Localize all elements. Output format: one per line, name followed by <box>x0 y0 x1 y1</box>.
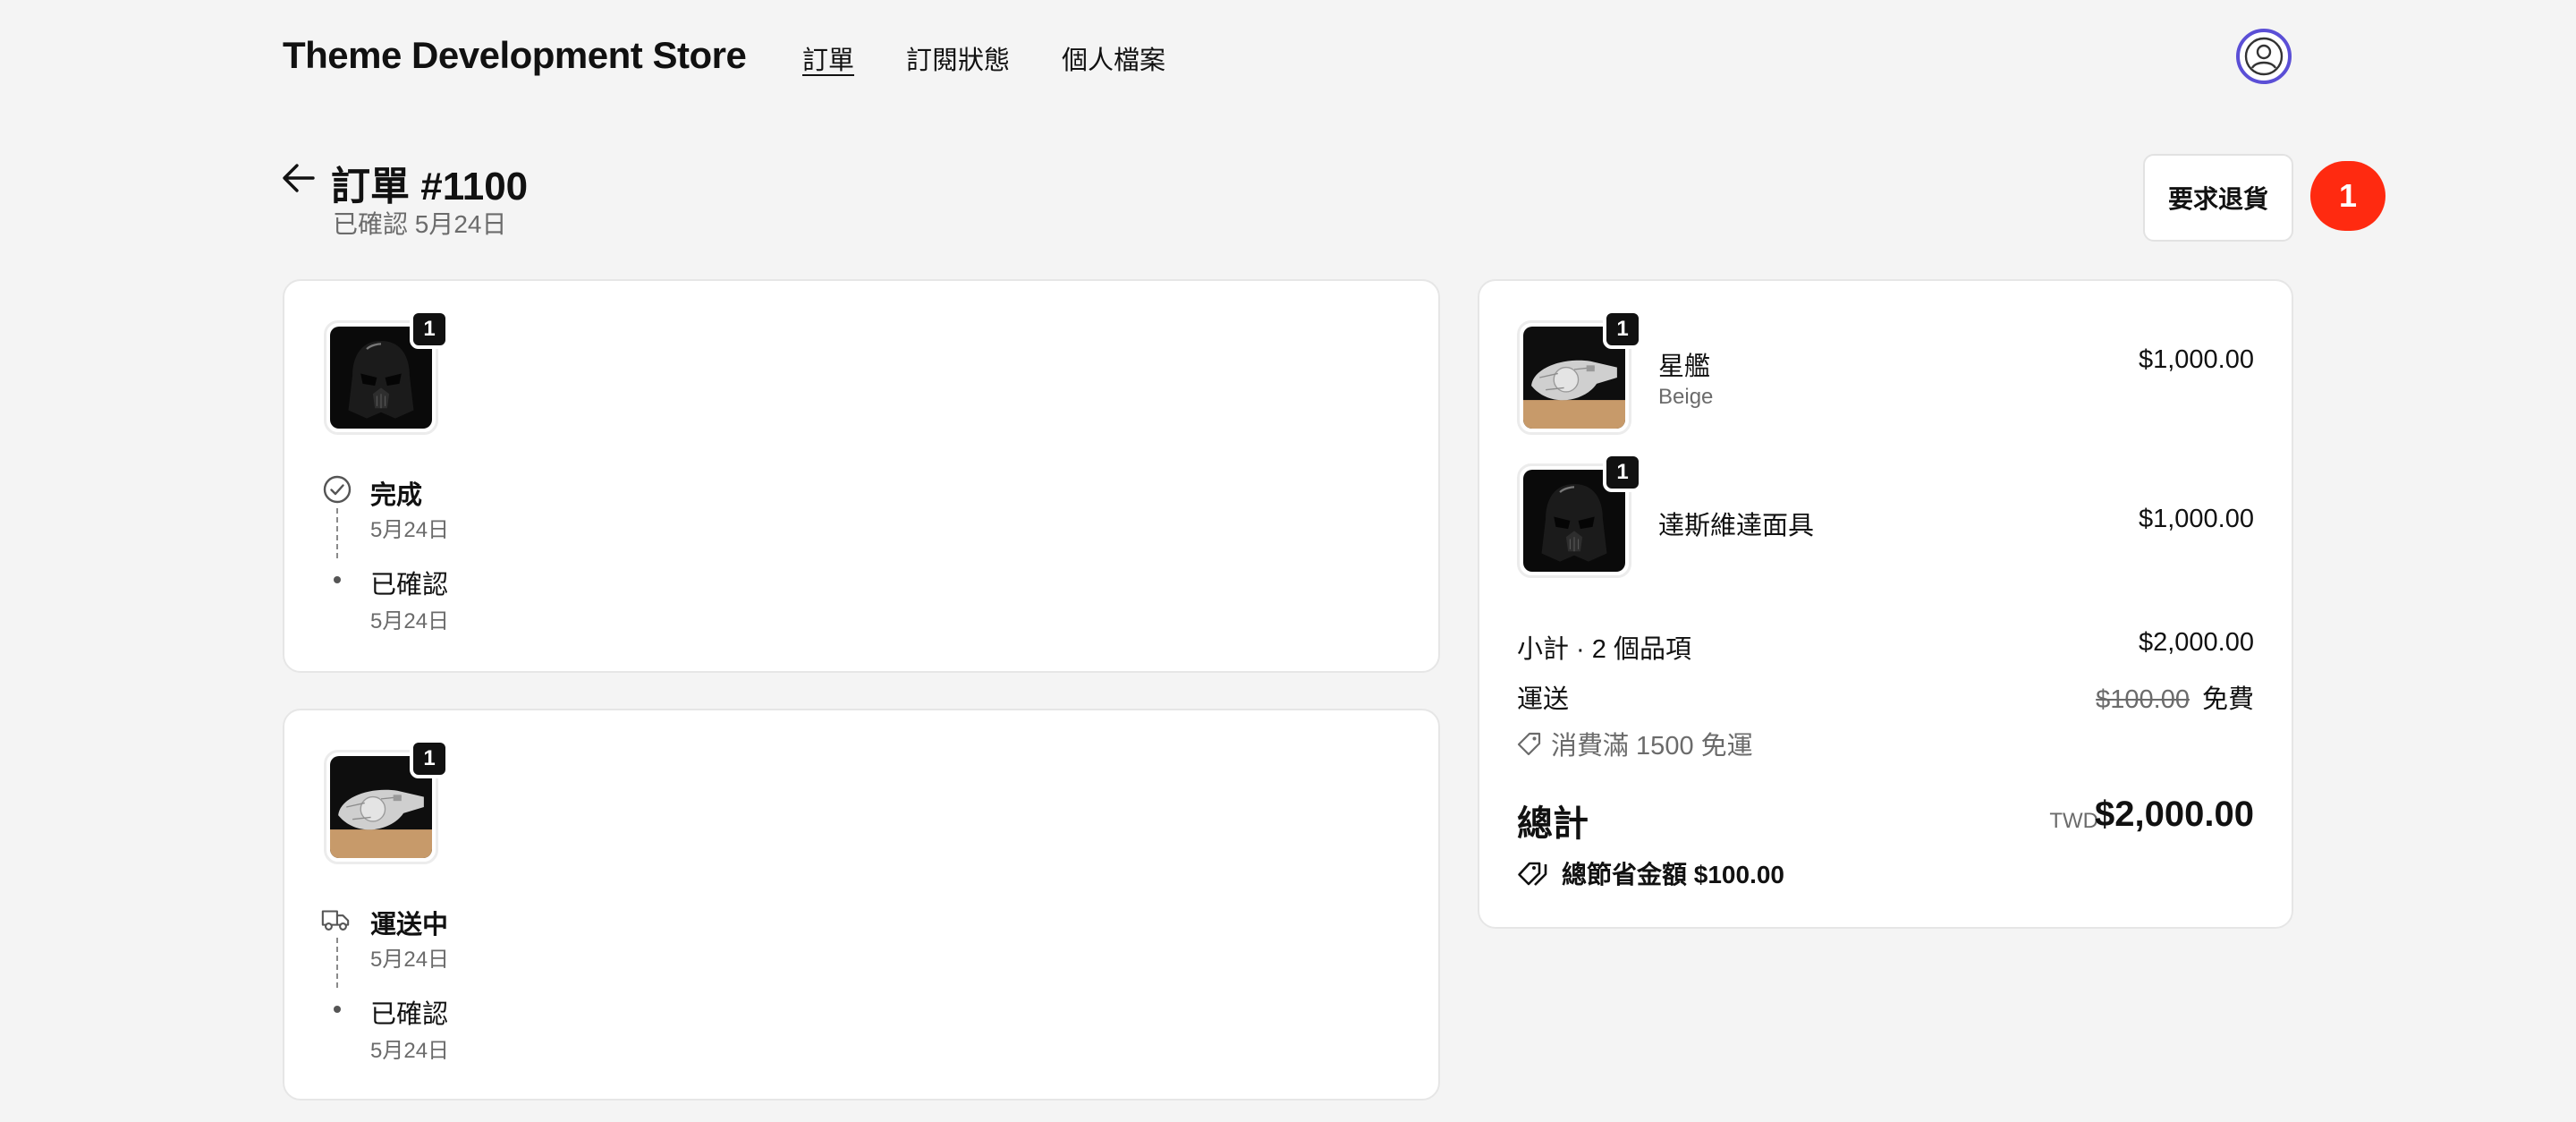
fulfillment-confirmed-date: 5月24日 <box>370 1039 450 1063</box>
order-summary-card: 1 星艦 Beige $1,000.00 1 達斯維達面具 $1,000.00 … <box>1478 279 2293 929</box>
user-circle-icon <box>2244 37 2284 76</box>
account-avatar-button[interactable] <box>2236 29 2292 84</box>
timeline-connector <box>336 508 338 558</box>
subtotal-value: $2,000.00 <box>2138 628 2254 657</box>
back-arrow-icon[interactable] <box>281 161 317 195</box>
fulfillment-item-thumbnail: 1 <box>324 739 449 864</box>
fulfillment-status-date: 5月24日 <box>370 518 450 542</box>
quantity-badge: 1 <box>1603 453 1642 492</box>
delivery-truck-icon <box>321 910 350 931</box>
line-item-name: 達斯維達面具 <box>1658 512 1815 540</box>
line-item-price: $1,000.00 <box>2138 345 2254 374</box>
discount-note-text: 消費滿 1500 免運 <box>1551 732 1753 761</box>
total-savings: 總節省金額 $100.00 <box>1517 855 1784 891</box>
fulfillment-status-date: 5月24日 <box>370 948 450 972</box>
timeline-dot <box>334 576 341 583</box>
order-status-date: 已確認 5月24日 <box>333 210 507 238</box>
nav-profile[interactable]: 個人檔案 <box>1062 39 1165 77</box>
request-return-button[interactable]: 要求退貨 <box>2143 154 2293 242</box>
fulfillment-status: 運送中 <box>370 911 449 939</box>
quantity-badge: 1 <box>410 739 449 778</box>
site-header: Theme Development Store 訂單 訂閱狀態 個人檔案 <box>0 0 2576 115</box>
total-label: 總計 <box>1517 804 1589 844</box>
nav-orders[interactable]: 訂單 <box>802 39 854 77</box>
store-title[interactable]: Theme Development Store <box>283 34 747 77</box>
shipping-original-price: $100.00 <box>2096 685 2190 714</box>
discount-note: 消費滿 1500 免運 <box>1517 725 1753 762</box>
notification-badge[interactable]: 1 <box>2310 161 2385 231</box>
tag-icon <box>1517 732 1541 756</box>
fulfillment-card: 1 完成 5月24日 已確認 5月24日 <box>283 279 1440 673</box>
summary-item-thumbnail: 1 <box>1517 310 1642 435</box>
total-savings-text: 總節省金額 $100.00 <box>1562 861 1784 888</box>
total-currency: TWD <box>2049 809 2098 833</box>
summary-item-thumbnail: 1 <box>1517 453 1642 578</box>
fulfillment-item-thumbnail: 1 <box>324 310 449 435</box>
shipping-value: $100.00 免費 <box>2096 678 2254 716</box>
timeline-connector <box>336 938 338 988</box>
subtotal-label: 小計 · 2 個品項 <box>1517 635 1691 664</box>
quantity-badge: 1 <box>1603 310 1642 349</box>
line-item-price: $1,000.00 <box>2138 505 2254 533</box>
fulfillment-confirmed: 已確認 <box>370 571 449 599</box>
check-circle-icon <box>323 475 352 504</box>
fulfillment-card: 1 運送中 5月24日 已確認 5月24日 <box>283 709 1440 1101</box>
quantity-badge: 1 <box>410 310 449 349</box>
shipping-free: 免費 <box>2201 685 2254 714</box>
fulfillment-confirmed-date: 5月24日 <box>370 609 450 633</box>
fulfillment-confirmed: 已確認 <box>370 1000 449 1029</box>
line-item-name: 星艦 <box>1658 353 1711 381</box>
shipping-label: 運送 <box>1517 685 1570 714</box>
nav-subscriptions[interactable]: 訂閱狀態 <box>906 39 1010 77</box>
line-item-variant: Beige <box>1658 385 1714 409</box>
fulfillment-status: 完成 <box>370 481 423 510</box>
timeline-dot <box>334 1006 341 1013</box>
total-value: $2,000.00 <box>2095 795 2254 834</box>
main-nav: 訂單 訂閱狀態 個人檔案 <box>802 39 1165 77</box>
discount-tags-icon <box>1518 862 1547 886</box>
order-title: 訂單 #1100 <box>331 165 529 208</box>
